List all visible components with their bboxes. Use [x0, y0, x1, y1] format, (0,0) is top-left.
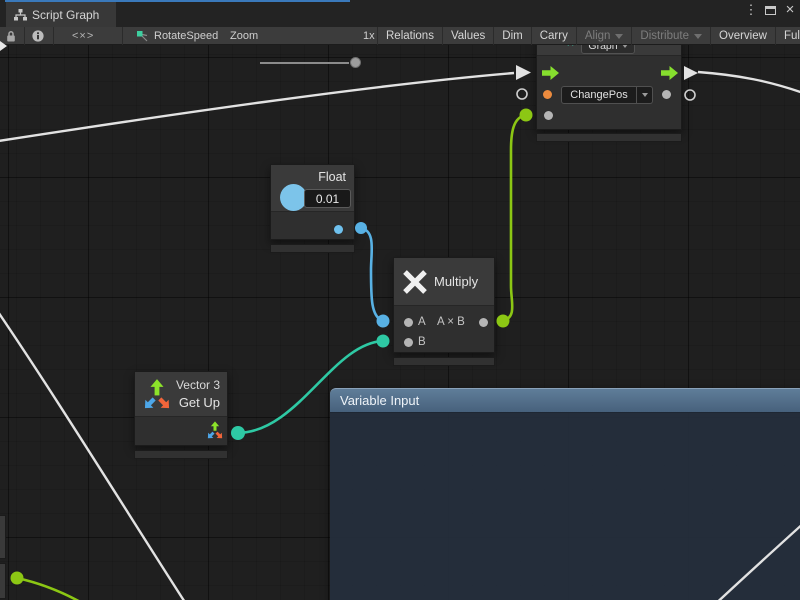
unity-script-graph-window: Variable Input Graph ChangePos — [0, 0, 800, 600]
port-input-value[interactable] — [544, 111, 553, 120]
zoom-slider-knob[interactable] — [350, 57, 361, 68]
window-close-icon[interactable]: × — [782, 1, 798, 19]
float-value: 0.01 — [316, 192, 339, 206]
group-panel-variable-input[interactable]: Variable Input — [330, 388, 800, 600]
node-title: Float — [318, 170, 346, 184]
float-type-icon — [280, 184, 307, 211]
zoom-value: 1x — [363, 27, 375, 45]
port-b-label: B — [418, 336, 426, 348]
window-maximize-icon[interactable] — [765, 6, 776, 15]
zoom-slider-track[interactable] — [260, 62, 349, 64]
port-a-input[interactable] — [404, 318, 413, 327]
info-icon — [32, 30, 44, 42]
graph-reference-label: RotateSpeed — [154, 30, 218, 42]
group-panel-header[interactable]: Variable Input — [330, 388, 800, 412]
toolbar-button-values[interactable]: Values — [442, 27, 493, 45]
port-b-input[interactable] — [404, 338, 413, 347]
flow-input-arrow-icon[interactable] — [542, 66, 559, 80]
tab-title: Script Graph — [32, 8, 99, 22]
variable-name-field[interactable]: ChangePos — [561, 86, 637, 104]
mouse-cursor — [0, 41, 7, 51]
offscreen-node-footer[interactable] — [0, 563, 6, 599]
node-multiply[interactable]: Multiply A A × B B — [393, 257, 495, 353]
variable-name-value: ChangePos — [570, 89, 628, 101]
port-vector3-output[interactable] — [206, 421, 224, 439]
zoom-label: Zoom — [230, 27, 258, 45]
script-graph-icon — [14, 9, 27, 21]
node-title: Multiply — [434, 274, 478, 289]
chevron-down-icon — [642, 93, 648, 97]
toolbar-button-carry[interactable]: Carry — [531, 27, 576, 45]
flow-output-arrow-icon[interactable] — [661, 66, 678, 80]
toolbar-button-full-screen[interactable]: Full Screen — [775, 27, 800, 45]
chevron-down-icon — [694, 34, 702, 39]
port-a-label: A — [418, 316, 426, 328]
toolbar-button-dim[interactable]: Dim — [493, 27, 530, 45]
tab-bar: Script Graph ⋮ × — [0, 0, 800, 27]
code-icon: <×> — [72, 30, 94, 42]
port-result-output[interactable] — [479, 318, 488, 327]
float-value-field[interactable]: 0.01 — [304, 189, 351, 208]
port-output-value[interactable] — [662, 90, 671, 99]
port-float-output[interactable] — [334, 225, 343, 234]
toolbar-button-distribute[interactable]: Distribute — [631, 27, 710, 45]
graph-toolbar: <×> RotateSpeed Zoom 1x Relations Values… — [0, 27, 800, 45]
toolbar-button-relations[interactable]: Relations — [377, 27, 442, 45]
toolbar-button-align[interactable]: Align — [576, 27, 632, 45]
node-float-literal[interactable]: Float 0.01 — [270, 164, 355, 240]
port-output-label: A × B — [437, 316, 465, 328]
info-button[interactable] — [32, 27, 44, 45]
edit-code-button[interactable]: <×> — [72, 27, 94, 45]
node-type-label: Vector 3 — [176, 378, 220, 392]
window-controls: ⋮ × — [743, 0, 798, 20]
variable-dropdown-button[interactable] — [637, 86, 653, 104]
offscreen-node-body[interactable] — [0, 515, 6, 559]
port-variable-name-input[interactable] — [543, 90, 552, 99]
window-menu-icon[interactable]: ⋮ — [743, 1, 759, 19]
node-graph-footer — [536, 133, 682, 142]
node-vector3-footer — [134, 450, 228, 459]
group-panel-title: Variable Input — [340, 393, 419, 408]
multiply-icon — [402, 269, 428, 295]
node-multiply-footer — [393, 357, 495, 366]
node-multiply-header[interactable]: Multiply — [394, 258, 494, 306]
node-vector3-get-up[interactable]: Vector 3 Get Up — [134, 371, 228, 446]
node-float-footer — [270, 244, 355, 253]
vector3-icon — [140, 377, 174, 411]
node-float-header[interactable]: Float 0.01 — [271, 165, 354, 212]
graph-reference-breadcrumb[interactable]: RotateSpeed — [136, 27, 218, 45]
chevron-down-icon — [615, 34, 623, 39]
node-vector3-header[interactable]: Vector 3 Get Up — [135, 372, 227, 417]
node-title: Get Up — [179, 395, 220, 410]
graph-asset-icon — [136, 30, 149, 43]
group-panel-body — [330, 412, 800, 600]
toolbar-button-overview[interactable]: Overview — [710, 27, 775, 45]
tab-script-graph[interactable]: Script Graph — [6, 2, 116, 27]
